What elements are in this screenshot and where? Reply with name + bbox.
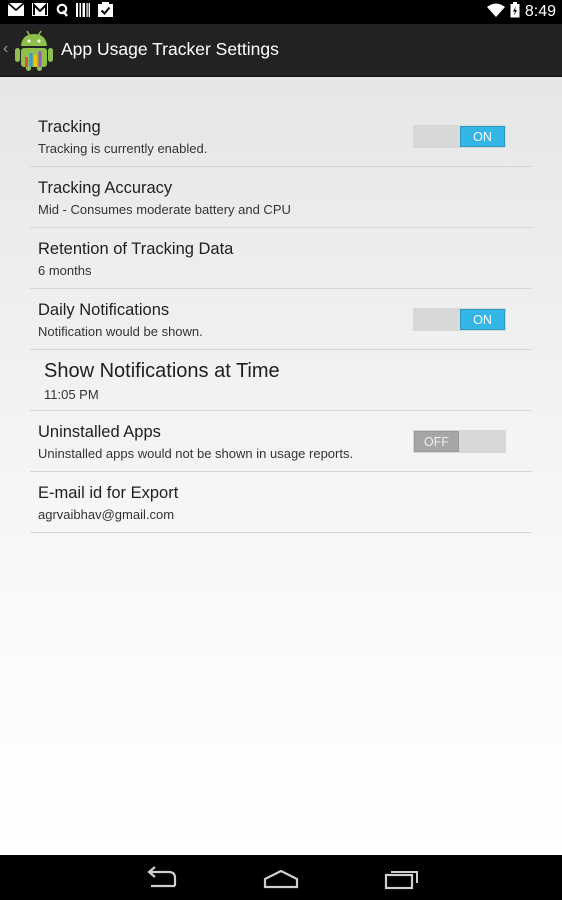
switch-thumb: ON (460, 126, 505, 147)
pref-daily-notifications[interactable]: Daily Notifications Notification would b… (30, 289, 532, 350)
up-caret-icon[interactable]: ‹ (3, 40, 8, 58)
pref-export-email[interactable]: E-mail id for Export agrvaibhav@gmail.co… (30, 472, 532, 533)
pref-retention[interactable]: Retention of Tracking Data 6 months (30, 228, 532, 289)
q-icon (56, 3, 68, 22)
pref-summary: 11:05 PM (44, 387, 99, 402)
android-app-icon[interactable] (12, 27, 56, 71)
barcode-icon (76, 2, 90, 22)
pref-title: Daily Notifications (38, 301, 170, 319)
pref-title: E-mail id for Export (38, 484, 179, 502)
uninstalled-apps-switch[interactable]: OFF (413, 430, 506, 453)
navigation-bar (0, 855, 562, 900)
pref-uninstalled-apps[interactable]: Uninstalled Apps Uninstalled apps would … (30, 411, 532, 472)
pref-notification-time[interactable]: Show Notifications at Time 11:05 PM (30, 350, 532, 411)
wifi-icon (486, 3, 505, 22)
pref-title: Show Notifications at Time (44, 360, 280, 382)
battery-icon (510, 1, 520, 23)
status-bar: 8:49 (0, 0, 562, 24)
pref-title: Uninstalled Apps (38, 423, 161, 441)
switch-thumb: ON (460, 309, 505, 330)
preference-list: Tracking Tracking is currently enabled. … (30, 106, 532, 533)
status-time: 8:49 (524, 3, 556, 20)
pref-summary: Uninstalled apps would not be shown in u… (38, 446, 354, 461)
pref-summary: agrvaibhav@gmail.com (38, 507, 175, 522)
home-icon[interactable] (261, 865, 301, 891)
settings-content: Tracking Tracking is currently enabled. … (0, 77, 562, 855)
action-bar: ‹ App Usage Tracker Settings (0, 24, 562, 77)
back-icon[interactable] (141, 865, 181, 891)
pref-summary: Notification would be shown. (38, 324, 203, 339)
mail-icon (7, 2, 25, 21)
pref-summary: Mid - Consumes moderate battery and CPU (38, 202, 291, 217)
gmail-icon (32, 2, 48, 21)
daily-notifications-switch[interactable]: ON (413, 308, 506, 331)
pref-title: Tracking (38, 118, 101, 136)
recent-apps-icon[interactable] (382, 865, 422, 891)
pref-tracking[interactable]: Tracking Tracking is currently enabled. … (30, 106, 532, 167)
pref-title: Retention of Tracking Data (38, 240, 234, 258)
notification-icons (7, 2, 113, 22)
pref-tracking-accuracy[interactable]: Tracking Accuracy Mid - Consumes moderat… (30, 167, 532, 228)
tracking-switch[interactable]: ON (413, 125, 506, 148)
switch-thumb: OFF (414, 431, 459, 452)
pref-summary: Tracking is currently enabled. (38, 141, 208, 156)
pref-title: Tracking Accuracy (38, 179, 173, 197)
page-title: App Usage Tracker Settings (61, 39, 279, 59)
clipboard-check-icon (98, 2, 113, 22)
pref-summary: 6 months (38, 263, 92, 278)
